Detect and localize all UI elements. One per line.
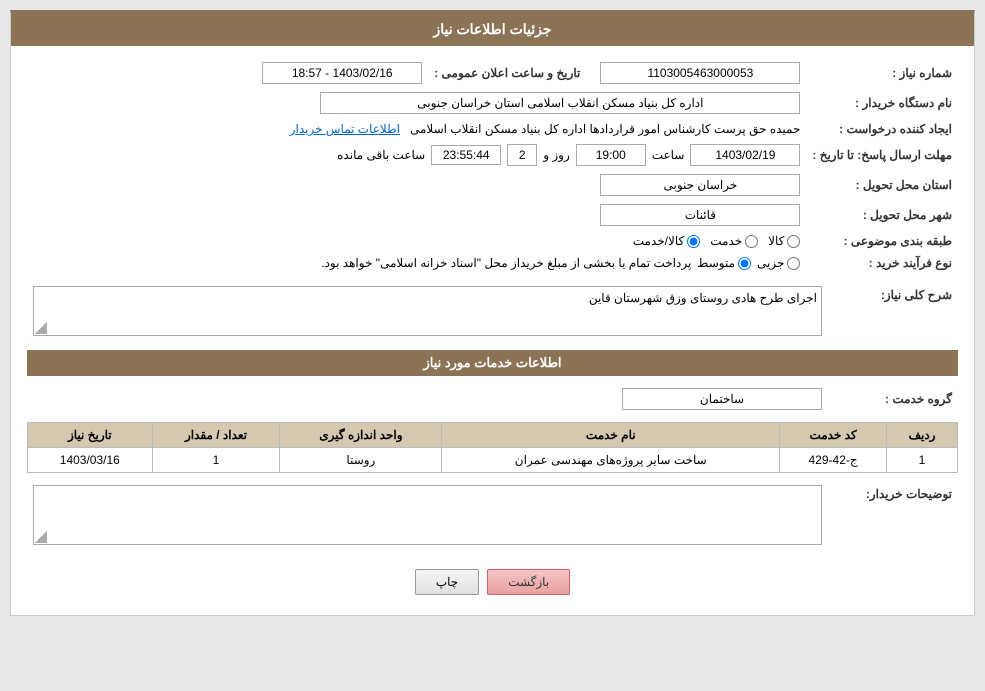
col-vahed: واحد اندازه گیری [280,423,442,448]
ijad-konande-label: ایجاد کننده درخواست : [806,118,958,140]
col-kod: کد خدمت [780,423,887,448]
radio-motavaset-label: متوسط [697,256,735,270]
group-service-value: ساختمان [622,388,822,410]
tarikh-elan-label: تاریخ و ساعت اعلان عمومی : [428,58,586,88]
sharh-value: اجرای طرح هادی روستای وزق شهرستان قاین [33,286,822,336]
toseeh-label: توضیحات خریدار: [828,481,958,549]
timer-value: 23:55:44 [431,145,501,165]
buttons-row: بازگشت چاپ [27,557,958,603]
ijad-konande-value: حمیده حق پرست کارشناس امور قراردادها ادا… [410,122,800,136]
cell-radif: 1 [887,448,958,473]
cell-tedad: 1 [152,448,280,473]
back-button[interactable]: بازگشت [487,569,570,595]
ostan-label: استان محل تحویل : [806,170,958,200]
cell-nam: ساخت سایر پروژه‌های مهندسی عمران [442,448,780,473]
sharh-label: شرح کلی نیاز: [828,282,958,340]
radio-khedmat-label: خدمت [710,234,742,248]
radio-kala-input[interactable] [787,235,800,248]
shomara-niaz-value: 1103005463000053 [600,62,800,84]
roz-label: روز و [543,148,570,162]
nam-dastgah-label: نام دستگاه خریدار : [806,88,958,118]
shahr-value: قائنات [600,204,800,226]
ostan-value: خراسان جنوبی [600,174,800,196]
shomara-niaz-label: شماره نیاز : [806,58,958,88]
toseeh-value [33,485,822,545]
col-tedad: تعداد / مقدار [152,423,280,448]
noe-farayand-label: نوع فرآیند خرید : [806,252,958,274]
cell-kod: ج-42-429 [780,448,887,473]
nam-dastgah-value: اداره کل بنیاد مسکن انقلاب اسلامی استان … [320,92,800,114]
saat-label: ساعت [652,148,685,162]
baqi-mande-label: ساعت باقی مانده [337,148,425,162]
radio-jozee: جزیی [757,256,800,270]
radio-kala: کالا [768,234,800,248]
radio-motavaset: متوسط [697,256,751,270]
mohlat-label: مهلت ارسال پاسخ: تا تاریخ : [806,140,958,170]
resize-handle [35,322,47,334]
col-radif: ردیف [887,423,958,448]
date-value: 1403/02/19 [690,144,800,166]
radio-khedmat: خدمت [710,234,758,248]
col-tarikh: تاریخ نیاز [28,423,153,448]
services-table: ردیف کد خدمت نام خدمت واحد اندازه گیری ت… [27,422,958,473]
radio-kala-khedmat-label: کالا/خدمت [633,234,684,248]
radio-kala-label: کالا [768,234,784,248]
radio-jozee-input[interactable] [787,257,800,270]
group-service-label: گروه خدمت : [828,384,958,414]
noe-description: پرداخت تمام یا بخشی از مبلغ خریداز محل "… [321,256,691,270]
roz-value: 2 [507,144,537,166]
cell-tarikh: 1403/03/16 [28,448,153,473]
radio-motavaset-input[interactable] [738,257,751,270]
page-title: جزئیات اطلاعات نیاز [11,13,974,46]
radio-khedmat-input[interactable] [745,235,758,248]
tamas-khardar-link[interactable]: اطلاعات تماس خریدار [290,122,400,136]
print-button[interactable]: چاپ [415,569,479,595]
table-row: 1ج-42-429ساخت سایر پروژه‌های مهندسی عمرا… [28,448,958,473]
services-section-header: اطلاعات خدمات مورد نیاز [27,350,958,376]
col-nam: نام خدمت [442,423,780,448]
radio-kala-khedmat-input[interactable] [687,235,700,248]
saat-value: 19:00 [576,144,646,166]
shahr-label: شهر محل تحویل : [806,200,958,230]
resize-handle-2 [35,531,47,543]
radio-jozee-label: جزیی [757,256,784,270]
tarikh-elan-value: 1403/02/16 - 18:57 [262,62,422,84]
tabaqe-label: طبقه بندی موضوعی : [806,230,958,252]
cell-vahed: روستا [280,448,442,473]
radio-kala-khedmat: کالا/خدمت [633,234,700,248]
